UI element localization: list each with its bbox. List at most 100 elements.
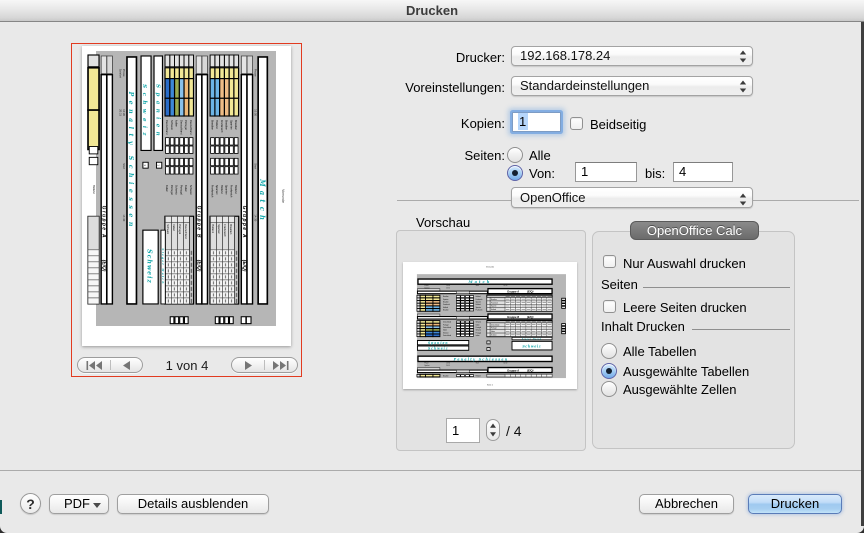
pages-all-radio[interactable]: [507, 147, 523, 163]
svg-text:Gruppe A: Gruppe A: [507, 289, 519, 293]
all-tables-label: Alle Tabellen: [623, 344, 696, 359]
footer-separator: [0, 470, 861, 471]
svg-text:Match: Match: [468, 279, 492, 284]
svg-text:10:30: 10:30: [122, 109, 126, 116]
pdf-menu-button[interactable]: PDF: [49, 494, 109, 514]
all-tables-radio[interactable]: [601, 343, 617, 359]
svg-text:(E/Q): (E/Q): [527, 315, 533, 319]
svg-text:Vorrunde: Vorrunde: [281, 189, 285, 203]
preview-page: VorrundeSeite 1MatchPhaseSpielort10:3020…: [82, 46, 291, 346]
last-page-button[interactable]: [265, 358, 298, 372]
selection-only-checkbox[interactable]: [603, 255, 616, 268]
page-counter: 1 von 4: [143, 357, 231, 374]
content-group-line: [692, 329, 790, 330]
svg-text:(E/Q): (E/Q): [196, 260, 202, 272]
popup-arrows-icon: [739, 50, 747, 68]
first-page-button[interactable]: [78, 358, 110, 372]
svg-text:Gruppe A: Gruppe A: [507, 368, 519, 372]
twosided-label: Beidseitig: [590, 117, 646, 132]
previous-page-button[interactable]: [110, 358, 142, 372]
background-app-sliver: [0, 500, 2, 514]
svg-text:14:30: 14:30: [122, 214, 126, 221]
svg-text:Spanien: Spanien: [428, 341, 449, 345]
pages-to-input[interactable]: 4: [673, 162, 733, 182]
vorschau-page: VorrundeSeite 1MatchPhaseSpielort10:3020…: [403, 262, 577, 389]
nav-left-group: [77, 357, 143, 373]
popup-arrows-icon: [739, 80, 747, 98]
presets-label: Voreinstellungen:: [385, 80, 505, 95]
previous-page-icon: [122, 361, 131, 370]
svg-text:Phase: Phase: [122, 69, 126, 77]
calc-panel-tab: OpenOffice Calc: [630, 221, 759, 240]
copies-input[interactable]: 1: [512, 112, 561, 132]
svg-text:Start: Start: [122, 163, 126, 169]
next-page-button[interactable]: [232, 358, 265, 372]
selected-cells-label: Ausgewählte Zellen: [623, 382, 736, 397]
presets-popup-value: Standardeinstellungen: [520, 78, 649, 93]
svg-text:(E/Q): (E/Q): [241, 260, 247, 272]
selected-tables-label: Ausgewählte Tabellen: [623, 364, 749, 379]
empty-pages-label: Leere Seiten drucken: [623, 300, 747, 315]
svg-text:Gruppe B: Gruppe B: [507, 315, 519, 319]
svg-text:Gruppe B: Gruppe B: [196, 206, 202, 239]
printer-popup[interactable]: 192.168.178.24: [511, 46, 753, 66]
app-popup[interactable]: OpenOffice: [511, 187, 753, 208]
page-stepper[interactable]: [486, 419, 500, 441]
popup-arrows-icon: [739, 192, 747, 211]
selected-tables-radio[interactable]: [601, 363, 617, 379]
svg-text:(E/Q): (E/Q): [527, 368, 533, 372]
svg-text:20:15: 20:15: [118, 109, 122, 116]
next-page-icon: [244, 361, 253, 370]
svg-text:Schweiz: Schweiz: [141, 84, 147, 140]
svg-text:Schweiz: Schweiz: [522, 344, 541, 348]
page-number-input[interactable]: 1: [446, 418, 480, 443]
svg-text:10:30: 10:30: [254, 109, 258, 116]
pdf-dropdown-arrow-icon: [93, 503, 101, 508]
svg-text:1: 1: [488, 349, 489, 351]
hide-details-button[interactable]: Details ausblenden: [117, 494, 269, 514]
copies-label: Kopien:: [385, 116, 505, 131]
svg-text:(E/Q): (E/Q): [101, 260, 107, 272]
svg-text:Penalty Schiessen: Penalty Schiessen: [453, 357, 509, 361]
svg-text:Seite 1: Seite 1: [487, 383, 494, 386]
svg-text:Vorrunde: Vorrunde: [486, 266, 495, 268]
pages-all-label: Alle: [529, 148, 551, 163]
svg-text:Schweiz: Schweiz: [146, 249, 153, 284]
svg-text:Match: Match: [258, 178, 267, 224]
twosided-checkbox[interactable]: [570, 117, 583, 130]
svg-text:Sieger Match: Sieger Match: [161, 248, 165, 284]
pages-from-radio[interactable]: [507, 165, 523, 181]
dialog-title: Drucken: [0, 0, 864, 22]
pages-group-line: [643, 287, 790, 288]
svg-text:Spielort: Spielort: [118, 69, 122, 79]
print-preview-widget: VorrundeSeite 1MatchPhaseSpielort10:3020…: [71, 43, 302, 377]
svg-text:Phase: Phase: [254, 69, 258, 77]
vorschau-label: Vorschau: [416, 215, 470, 230]
selection-only-label: Nur Auswahl drucken: [623, 256, 746, 271]
cancel-button[interactable]: Abbrechen: [639, 494, 734, 514]
stepper-arrows-icon: [487, 420, 499, 440]
svg-text:Penalty Schiessen: Penalty Schiessen: [127, 91, 134, 231]
svg-text:14:30: 14:30: [254, 214, 258, 221]
selected-cells-radio[interactable]: [601, 381, 617, 397]
svg-text:1: 1: [488, 342, 489, 344]
pages-from-input[interactable]: 1: [575, 162, 637, 182]
print-dialog: Drucken VorrundeSeite 1MatchPhaseSpielor…: [0, 0, 864, 533]
help-button[interactable]: ?: [20, 493, 41, 514]
pages-label: Seiten:: [385, 148, 505, 163]
app-popup-value: OpenOffice: [520, 190, 586, 205]
pages-from-label: Von:: [529, 166, 555, 181]
pages-group-label: Seiten: [601, 277, 638, 292]
nav-right-group: [231, 357, 298, 373]
svg-text:Start: Start: [254, 163, 258, 169]
presets-popup[interactable]: Standardeinstellungen: [511, 76, 753, 96]
skip-to-first-icon: [86, 361, 102, 370]
svg-text:Spanien: Spanien: [155, 84, 161, 140]
print-button[interactable]: Drucken: [748, 494, 842, 514]
printer-popup-value: 192.168.178.24: [520, 48, 610, 63]
svg-text:Gruppe A: Gruppe A: [101, 206, 107, 239]
printer-label: Drucker:: [385, 50, 505, 65]
empty-pages-checkbox[interactable]: [603, 300, 616, 313]
total-pages-label: / 4: [506, 423, 522, 439]
content-group-label: Inhalt Drucken: [601, 319, 685, 334]
